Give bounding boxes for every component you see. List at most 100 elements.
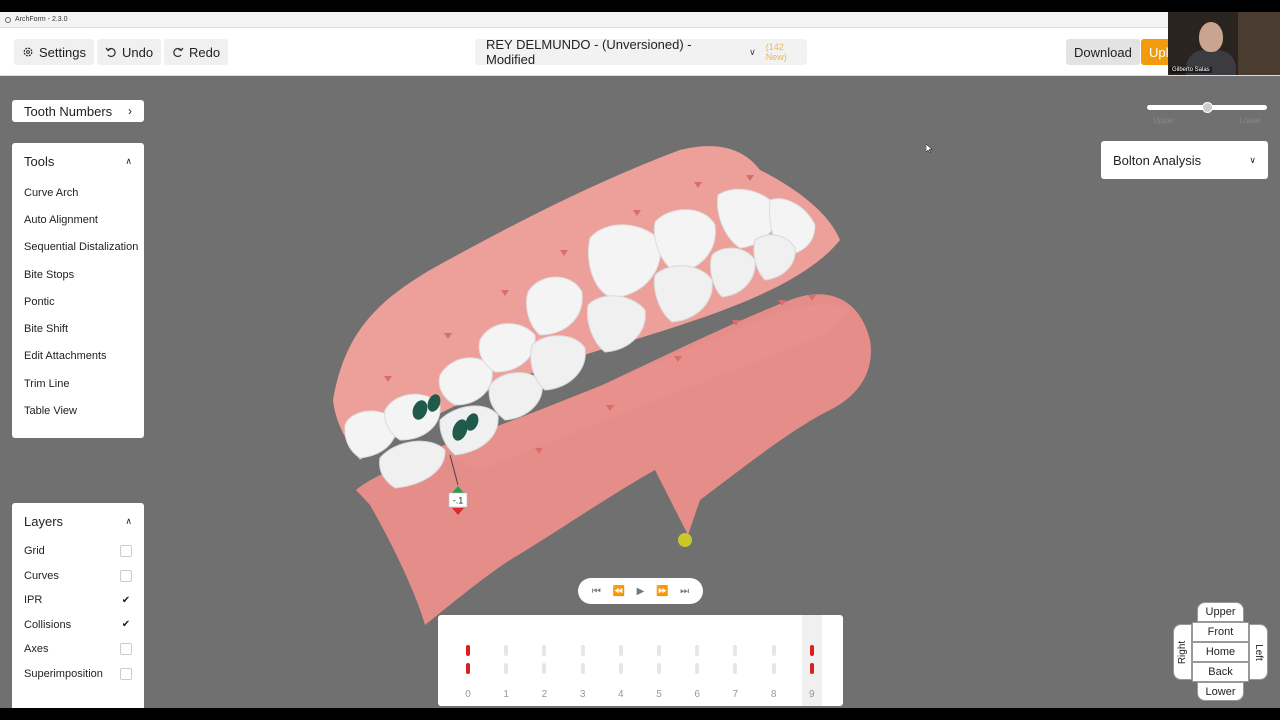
download-button[interactable]: Download — [1066, 39, 1140, 65]
timeline-stage[interactable]: 5 — [649, 615, 669, 706]
layer-checkbox[interactable]: ✔ — [120, 594, 132, 606]
stage-upper-indicator — [809, 645, 814, 656]
new-changes-count: (142 New) — [765, 42, 787, 62]
layer-label: IPR — [24, 594, 43, 607]
stage-number: 6 — [694, 689, 700, 700]
stage-lower-indicator — [580, 663, 585, 674]
tool-table-view[interactable]: Table View — [12, 397, 144, 424]
rewind-icon[interactable]: ⏪ — [613, 586, 625, 597]
view-back-button[interactable]: Back — [1192, 662, 1249, 682]
slider-right-label: Lower — [1239, 116, 1261, 125]
layer-label: Curves — [24, 569, 59, 582]
timeline-stage[interactable]: 1 — [496, 615, 516, 706]
stage-number: 8 — [770, 689, 777, 700]
tool-sequential-distalization[interactable]: Sequential Distalization — [12, 234, 144, 261]
timeline-stage[interactable]: 7 — [725, 615, 745, 706]
view-front-button[interactable]: Front — [1192, 622, 1249, 642]
undo-button[interactable]: Undo — [97, 39, 162, 65]
stage-lower-indicator — [466, 663, 470, 674]
case-title-dropdown[interactable]: REY DELMUNDO - (Unversioned) - Modified … — [475, 37, 807, 67]
case-title: REY DELMUNDO - (Unversioned) - Modified — [486, 37, 692, 67]
tooth-numbers-toggle[interactable]: Tooth Numbers › — [12, 100, 144, 122]
skip-to-start-icon[interactable]: ⏮ — [592, 586, 601, 597]
tool-bite-stops[interactable]: Bite Stops — [12, 261, 144, 288]
app-icon — [5, 16, 11, 23]
layers-list: Grid Curves IPR ✔ Collisions ✔ Axes Superimposi… — [12, 539, 144, 686]
stage-number: 5 — [656, 689, 662, 700]
view-home-button[interactable]: Home — [1192, 642, 1249, 662]
layer-checkbox[interactable] — [120, 545, 132, 558]
chevron-right-icon: › — [128, 104, 132, 118]
view-right-button[interactable]: Right — [1173, 624, 1192, 680]
layer-label: Collisions — [24, 618, 72, 631]
window-titlebar: ArchForm - 2.3.0 — [0, 12, 1280, 28]
timeline-stage[interactable]: 3 — [573, 615, 593, 706]
arch-opacity-slider[interactable]: Upper Lower — [1147, 102, 1267, 132]
fast-forward-icon[interactable]: ⏩ — [656, 586, 668, 597]
stage-upper-indicator — [580, 645, 585, 656]
playback-controls: ⏮ ⏪ ▶ ⏩ ⏭ — [578, 578, 703, 604]
layer-item-ipr[interactable]: IPR ✔ — [12, 588, 144, 613]
layer-item-curves[interactable]: Curves — [12, 564, 144, 589]
view-left-label: Left — [1253, 643, 1264, 661]
timeline-stage[interactable]: 4 — [611, 615, 631, 706]
layer-checkbox[interactable] — [120, 667, 132, 680]
view-left-button[interactable]: Left — [1249, 624, 1268, 680]
settings-label: Settings — [39, 44, 86, 60]
tool-auto-alignment[interactable]: Auto Alignment — [12, 206, 144, 233]
redo-button[interactable]: Redo — [164, 39, 229, 65]
stage-lower-indicator — [771, 663, 776, 674]
timeline-stage[interactable]: 8 — [764, 615, 784, 706]
slider-thumb[interactable] — [1201, 102, 1213, 113]
dental-model-viewport[interactable]: -.1 — [0, 76, 1280, 708]
bolton-analysis-label: Bolton Analysis — [1113, 152, 1202, 168]
timeline-stage[interactable]: 6 — [687, 615, 707, 706]
layers-header[interactable]: Layers ∧ — [12, 503, 144, 539]
redo-label: Redo — [189, 44, 221, 60]
tool-trim-line[interactable]: Trim Line — [12, 370, 144, 397]
gear-icon — [23, 47, 33, 57]
webcam-background — [1238, 12, 1280, 75]
chevron-down-icon: ∨ — [1249, 154, 1256, 165]
bolton-analysis-dropdown[interactable]: Bolton Analysis ∨ — [1101, 141, 1268, 179]
redo-icon — [173, 47, 184, 58]
tools-title: Tools — [24, 153, 55, 169]
stage-upper-indicator — [695, 645, 700, 656]
tool-bite-shift[interactable]: Bite Shift — [12, 315, 144, 342]
pontic-marker[interactable] — [678, 533, 692, 547]
stage-lower-indicator — [695, 663, 700, 674]
ipr-value: -.1 — [453, 496, 464, 506]
checkmark-icon: ✔ — [121, 619, 131, 631]
layer-label: Axes — [24, 643, 49, 656]
tool-edit-attachments[interactable]: Edit Attachments — [12, 343, 144, 370]
layer-item-collisions[interactable]: Collisions ✔ — [12, 613, 144, 638]
layer-checkbox[interactable] — [120, 643, 132, 656]
stage-number: 0 — [465, 689, 471, 700]
play-icon[interactable]: ▶ — [637, 586, 645, 597]
tools-header[interactable]: Tools ∧ — [12, 143, 144, 179]
timeline-stage[interactable]: 9 — [801, 615, 822, 706]
tool-curve-arch[interactable]: Curve Arch — [12, 179, 144, 206]
window-title: ArchForm - 2.3.0 — [15, 16, 68, 23]
layer-item-superimposition[interactable]: Superimposition — [12, 662, 144, 687]
stage-number: 9 — [809, 689, 815, 700]
chevron-down-icon: ∨ — [749, 46, 756, 57]
timeline-stage[interactable]: 2 — [534, 615, 554, 706]
layer-checkbox[interactable] — [120, 569, 132, 582]
tool-pontic[interactable]: Pontic — [12, 288, 144, 315]
stage-lower-indicator — [542, 663, 547, 674]
view-lower-button[interactable]: Lower — [1197, 682, 1244, 701]
stage-upper-indicator — [657, 645, 661, 656]
stage-lower-indicator — [657, 663, 661, 674]
layer-item-axes[interactable]: Axes — [12, 637, 144, 662]
timeline-stage[interactable]: 0 — [458, 615, 478, 706]
view-upper-button[interactable]: Upper — [1197, 602, 1244, 622]
stage-timeline: 0 1 2 3 4 5 6 7 8 9 — [438, 615, 843, 706]
stage-upper-indicator — [466, 645, 470, 656]
layer-checkbox[interactable]: ✔ — [120, 619, 132, 631]
layer-item-grid[interactable]: Grid — [12, 539, 144, 564]
settings-button[interactable]: Settings — [14, 39, 94, 65]
stage-number: 1 — [503, 689, 509, 700]
skip-to-end-icon[interactable]: ⏭ — [680, 586, 689, 597]
webcam-participant-name: Gilberto Salas — [1170, 67, 1212, 73]
